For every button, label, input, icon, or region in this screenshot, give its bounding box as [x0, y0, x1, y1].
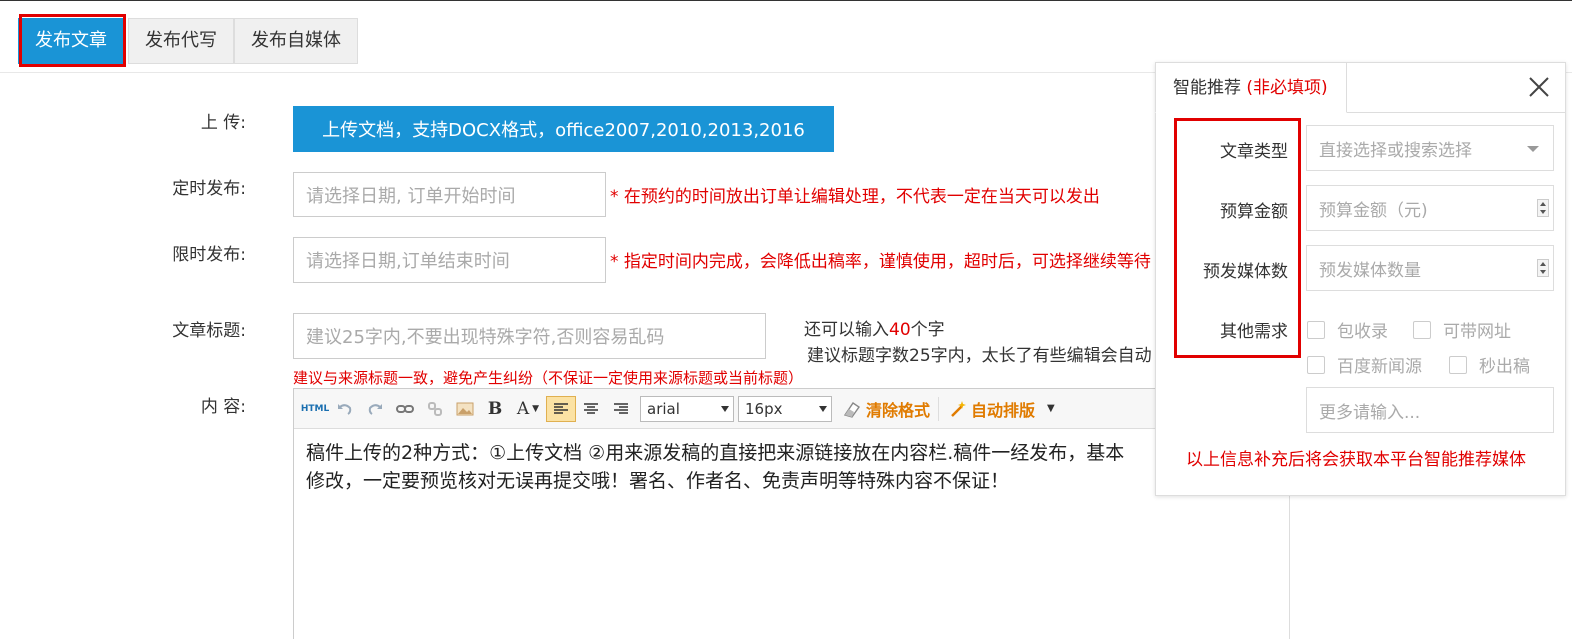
stepper-icon[interactable] — [1537, 199, 1549, 217]
tab-publish-selfmedia[interactable]: 发布自媒体 — [234, 18, 358, 64]
title-counter: 还可以输入40个字 — [804, 315, 945, 340]
image-icon[interactable] — [450, 396, 480, 422]
editor-content[interactable]: 稿件上传的2种方式：①上传文档 ②用来源发稿的直接把来源链接放在内容栏.稿件一经… — [294, 429, 1154, 505]
article-type-label: 文章类型 — [1220, 142, 1288, 162]
chevron-down-icon — [1527, 146, 1539, 152]
auto-layout-label: 自动排版 — [971, 400, 1036, 420]
title-placeholder: 建议25字内,不要出现特殊字符,否则容易乱码 — [306, 327, 665, 348]
toolbar-divider — [938, 396, 940, 421]
tab-highlight-box — [19, 14, 126, 67]
content-line: 修改，一定要预览核对无误再提交哦！署名、作者名、免责声明等特殊内容不保证！ — [306, 470, 1010, 492]
schedule-placeholder: 请选择日期, 订单开始时间 — [306, 185, 516, 207]
more-needs-placeholder: 更多请输入... — [1319, 402, 1421, 423]
upload-document-button[interactable]: 上传文档，支持DOCX格式，office2007,2010,2013,2016 — [293, 106, 834, 152]
font-family-select[interactable]: arial — [640, 395, 734, 422]
checkbox[interactable] — [1307, 320, 1325, 339]
editor-toolbar: HTML B A ▼ arial 16px 清除格式 自动排版 ▼ — [294, 389, 1289, 429]
option-instant-publish[interactable]: 秒出稿 — [1449, 352, 1530, 377]
limit-date-input[interactable]: 请选择日期,订单结束时间 — [293, 237, 606, 283]
checkbox[interactable] — [1307, 355, 1325, 374]
align-right-icon[interactable] — [606, 396, 636, 422]
align-left-icon[interactable] — [546, 395, 576, 422]
title-hint: 建议标题字数25字内，太长了有些编辑会自动 — [807, 346, 1152, 366]
schedule-date-input[interactable]: 请选择日期, 订单开始时间 — [293, 172, 606, 217]
option-label: 包收录 — [1337, 322, 1388, 342]
article-type-placeholder: 直接选择或搜索选择 — [1319, 140, 1472, 161]
option-indexed[interactable]: 包收录 — [1307, 317, 1388, 342]
counter-suffix: 个字 — [910, 320, 945, 340]
checkbox[interactable] — [1413, 320, 1431, 339]
upload-label: 上 传: — [200, 113, 246, 133]
chevron-down-icon — [721, 405, 729, 412]
auto-layout-dropdown-icon[interactable]: ▼ — [1047, 403, 1055, 414]
counter-prefix: 还可以输入 — [804, 320, 889, 340]
article-type-select[interactable]: 直接选择或搜索选择 — [1306, 125, 1554, 171]
limit-note: * 指定时间内完成，会降低出稿率，谨慎使用，超时后，可选择继续等待 — [610, 252, 1151, 272]
top-border — [0, 0, 1572, 1]
redo-icon[interactable] — [360, 396, 390, 422]
panel-footer-note: 以上信息补充后将会获取本平台智能推荐媒体 — [1186, 450, 1526, 470]
clear-format-label: 清除格式 — [866, 400, 931, 420]
optional-badge: (非必填项) — [1246, 78, 1328, 98]
limit-placeholder: 请选择日期,订单结束时间 — [306, 251, 510, 272]
media-count-input[interactable]: 预发媒体数量 — [1306, 245, 1554, 291]
limit-label: 限时发布: — [172, 245, 246, 265]
rich-text-editor: HTML B A ▼ arial 16px 清除格式 自动排版 ▼ 稿件上传的2… — [293, 388, 1290, 639]
font-size-value: 16px — [745, 399, 783, 418]
option-label: 百度新闻源 — [1337, 357, 1422, 377]
unlink-icon[interactable] — [420, 396, 450, 422]
title-input[interactable]: 建议25字内,不要出现特殊字符,否则容易乱码 — [293, 313, 766, 359]
auto-layout-button[interactable]: 自动排版 — [949, 397, 1035, 421]
smart-recommend-panel: 智能推荐 (非必填项) 文章类型 直接选择或搜索选择 预算金额 预算金额（元) … — [1155, 62, 1566, 496]
option-baidu-news[interactable]: 百度新闻源 — [1307, 352, 1422, 377]
budget-label: 预算金额 — [1220, 202, 1288, 222]
budget-input[interactable]: 预算金额（元) — [1306, 185, 1554, 231]
stepper-icon[interactable] — [1537, 259, 1549, 277]
chevron-down-icon — [819, 405, 827, 412]
clear-format-button[interactable]: 清除格式 — [842, 397, 930, 421]
font-size-select[interactable]: 16px — [738, 395, 832, 422]
undo-icon[interactable] — [330, 396, 360, 422]
link-icon[interactable] — [390, 396, 420, 422]
option-label: 秒出稿 — [1479, 357, 1530, 377]
panel-header: 智能推荐 (非必填项) — [1155, 62, 1565, 113]
schedule-label: 定时发布: — [172, 179, 246, 199]
editor-right-border — [1289, 480, 1290, 639]
panel-title: 智能推荐 — [1173, 78, 1241, 98]
font-family-value: arial — [647, 399, 680, 418]
close-icon[interactable] — [1527, 75, 1551, 99]
content-line: 稿件上传的2种方式：①上传文档 ②用来源发稿的直接把来源链接放在内容栏.稿件一经… — [306, 442, 1125, 464]
bold-icon[interactable]: B — [480, 396, 510, 422]
align-center-icon[interactable] — [576, 396, 606, 422]
tab-publish-ghostwrite[interactable]: 发布代写 — [128, 18, 234, 64]
option-label: 可带网址 — [1443, 322, 1511, 342]
more-needs-input[interactable]: 更多请输入... — [1306, 387, 1554, 433]
panel-title-tab[interactable]: 智能推荐 (非必填项) — [1155, 62, 1347, 113]
schedule-note: * 在预约的时间放出订单让编辑处理，不代表一定在当天可以发出 — [610, 187, 1100, 207]
media-count-label: 预发媒体数 — [1203, 262, 1288, 282]
html-source-button[interactable]: HTML — [300, 396, 330, 422]
option-with-url[interactable]: 可带网址 — [1413, 317, 1511, 342]
content-label: 内 容: — [200, 397, 246, 417]
counter-number: 40 — [889, 320, 911, 340]
budget-placeholder: 预算金额（元) — [1319, 200, 1428, 221]
media-count-placeholder: 预发媒体数量 — [1319, 260, 1421, 281]
other-needs-label: 其他需求 — [1220, 322, 1288, 342]
title-label: 文章标题: — [172, 321, 246, 341]
font-color-icon[interactable]: A ▼ — [510, 396, 546, 422]
title-note: 建议与来源标题一致，避免产生纠纷（不保证一定使用来源标题或当前标题） — [293, 369, 804, 387]
checkbox[interactable] — [1449, 355, 1467, 374]
